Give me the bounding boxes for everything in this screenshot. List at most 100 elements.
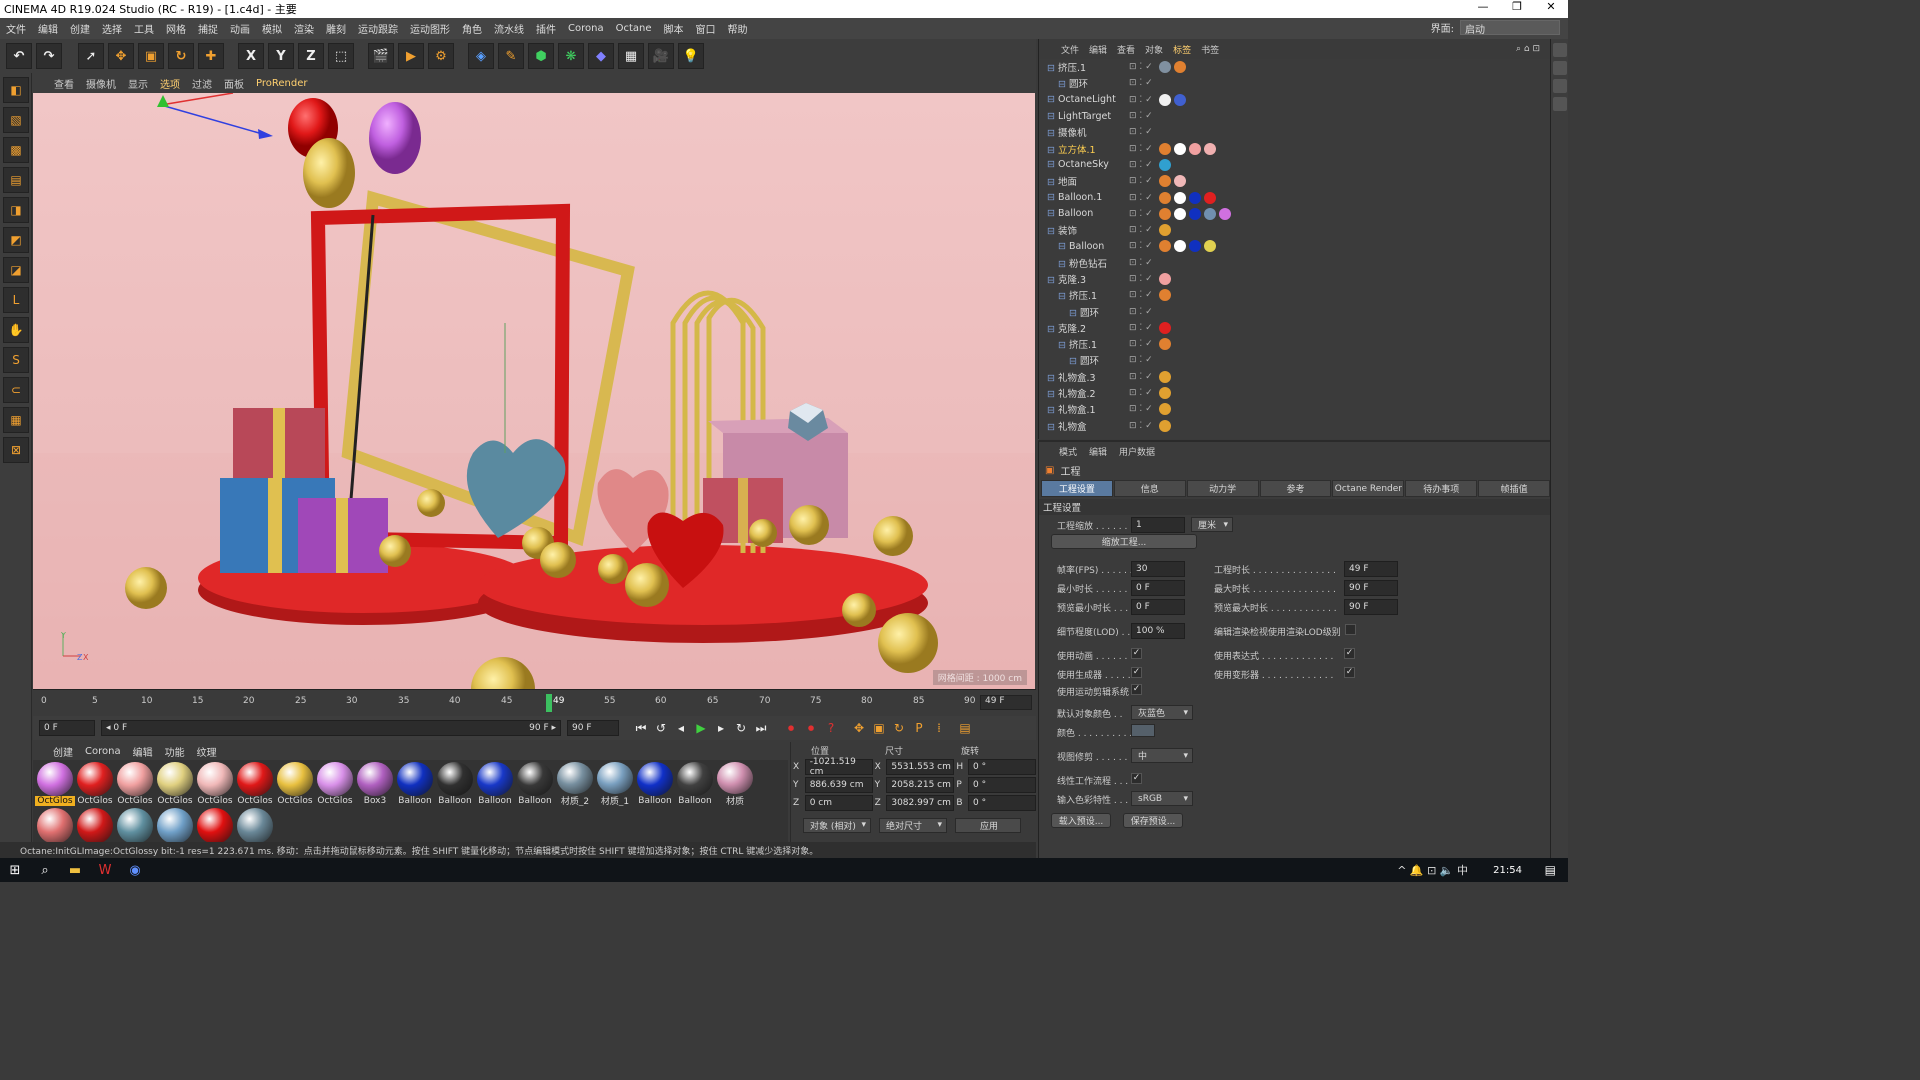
subdivide-icon[interactable]: ⬢ (528, 43, 554, 69)
mat-menu-function[interactable]: 功能 (165, 744, 185, 759)
vp-menu-prorender[interactable]: ProRender (256, 78, 307, 89)
play-icon[interactable]: ▶ (691, 718, 711, 738)
object-row[interactable]: ⊟ 挤压.1 ⊡ ⁚ ✓ (1039, 336, 1550, 352)
material-swatch[interactable]: OctGlos (115, 760, 155, 806)
keyframe-selection-icon[interactable]: ? (821, 718, 841, 738)
use-motion-clip-checkbox[interactable]: ✓ (1131, 684, 1142, 695)
system-tray[interactable]: ^ 🔔 ⊡ 🔈 中 (1397, 862, 1468, 878)
visibility-flags-icon[interactable]: ⊡ ⁚ ✓ (1129, 225, 1153, 235)
use-animation-checkbox[interactable]: ✓ (1131, 648, 1142, 659)
visibility-flags-icon[interactable]: ⊡ ⁚ ✓ (1129, 111, 1153, 121)
material-tag-icon[interactable] (1159, 175, 1171, 188)
menu-corona[interactable]: Corona (568, 23, 604, 34)
tab-project-settings[interactable]: 工程设置 (1041, 480, 1113, 497)
material-swatch[interactable]: Box3 (355, 760, 395, 806)
object-row[interactable]: ⊟ 挤压.1 ⊡ ⁚ ✓ (1039, 59, 1550, 75)
visibility-flags-icon[interactable]: ⊡ ⁚ ✓ (1129, 404, 1153, 414)
material-swatch[interactable]: OctGlos (35, 760, 75, 806)
tab-info[interactable]: 信息 (1113, 480, 1186, 497)
material-tag-icon[interactable] (1159, 387, 1171, 400)
vp-menu-view[interactable]: 查看 (54, 76, 74, 91)
material-tag-icon[interactable] (1159, 224, 1171, 237)
workplane-icon[interactable]: ▤ (3, 167, 29, 193)
scale-field[interactable]: 1 (1131, 517, 1185, 533)
material-tag-icon[interactable] (1159, 158, 1171, 171)
start-frame-field[interactable]: 0 F (39, 720, 95, 736)
menu-simulate[interactable]: 模拟 (262, 21, 282, 36)
light-icon[interactable]: 💡 (678, 43, 704, 69)
menu-render[interactable]: 渲染 (294, 21, 314, 36)
pos-x-field[interactable]: -1021.519 cm (804, 757, 873, 777)
texture-mode-icon[interactable]: ▩ (3, 137, 29, 163)
menu-script[interactable]: 脚本 (664, 21, 684, 36)
material-tag-icon[interactable] (1159, 370, 1171, 383)
floor-icon[interactable]: ▦ (618, 43, 644, 69)
material-tag-icon[interactable] (1159, 93, 1171, 106)
visibility-flags-icon[interactable]: ⊡ ⁚ ✓ (1129, 127, 1153, 137)
material-tag-icon[interactable] (1189, 240, 1201, 253)
material-tag-icon[interactable] (1174, 175, 1186, 188)
visibility-flags-icon[interactable]: ⊡ ⁚ ✓ (1129, 209, 1153, 219)
deformer-icon[interactable]: ◆ (588, 43, 614, 69)
camera-icon[interactable]: 🎥 (648, 43, 674, 69)
material-swatch[interactable]: OctGlos (75, 760, 115, 806)
mat-menu-texture[interactable]: 纹理 (197, 744, 217, 759)
menu-snap[interactable]: 捕捉 (198, 21, 218, 36)
obj-menu-objects[interactable]: 对象 (1145, 43, 1163, 56)
render-picture-icon[interactable]: ▶ (398, 43, 424, 69)
visibility-flags-icon[interactable]: ⊡ ⁚ ✓ (1129, 258, 1153, 268)
visibility-flags-icon[interactable]: ⊡ ⁚ ✓ (1129, 176, 1153, 186)
object-row[interactable]: ⊟ 礼物盒.2 ⊡ ⁚ ✓ (1039, 385, 1550, 401)
project-length-field[interactable]: 49 F (1344, 561, 1398, 577)
size-y-field[interactable]: 2058.215 cm (886, 777, 955, 793)
min-time-field[interactable]: 0 F (1131, 580, 1185, 596)
visibility-flags-icon[interactable]: ⊡ ⁚ ✓ (1129, 339, 1153, 349)
file-explorer-icon[interactable]: ▬ (60, 863, 90, 878)
scale-project-button[interactable]: 缩放工程... (1051, 534, 1197, 549)
redo-icon[interactable]: ↷ (36, 43, 62, 69)
layout-select[interactable]: 启动 (1460, 20, 1560, 36)
vp-menu-camera[interactable]: 摄像机 (86, 76, 116, 91)
mat-menu-create[interactable]: 创建 (53, 744, 73, 759)
material-swatch[interactable]: Balloon (395, 760, 435, 806)
input-color-select[interactable]: sRGB ▾ (1131, 791, 1193, 806)
menu-select[interactable]: 选择 (102, 21, 122, 36)
menu-sculpt[interactable]: 雕刻 (326, 21, 346, 36)
vp-menu-options[interactable]: 选项 (160, 76, 180, 91)
structure-dock-tab[interactable] (1553, 79, 1567, 93)
move-add-icon[interactable]: ✚ (198, 43, 224, 69)
vp-menu-filter[interactable]: 过滤 (192, 76, 212, 91)
material-swatch[interactable]: Balloon (635, 760, 675, 806)
array-icon[interactable]: ❋ (558, 43, 584, 69)
material-tag-icon[interactable] (1159, 142, 1171, 155)
grid-icon[interactable]: ▦ (3, 407, 29, 433)
visibility-flags-icon[interactable]: ⊡ ⁚ ✓ (1129, 421, 1153, 431)
object-row[interactable]: ⊟ 克隆.2 ⊡ ⁚ ✓ (1039, 320, 1550, 336)
key-scale-icon[interactable]: ▣ (869, 718, 889, 738)
material-swatch[interactable]: 材质 (715, 760, 755, 806)
menu-character[interactable]: 角色 (462, 21, 482, 36)
material-tag-icon[interactable] (1159, 61, 1171, 74)
object-row[interactable]: ⊟ 装饰 ⊡ ⁚ ✓ (1039, 222, 1550, 238)
material-swatch[interactable]: Balloon (675, 760, 715, 806)
rotate-icon[interactable]: ↻ (168, 43, 194, 69)
material-tag-icon[interactable] (1219, 207, 1231, 220)
tab-interpolation[interactable]: 帧插值 (1478, 480, 1551, 497)
use-expressions-checkbox[interactable]: ✓ (1344, 648, 1355, 659)
material-swatch[interactable]: OctGlos (275, 760, 315, 806)
material-swatch[interactable]: 材质_1 (595, 760, 635, 806)
apply-button[interactable]: 应用 (955, 817, 1021, 833)
lock-icon[interactable]: ⊠ (3, 437, 29, 463)
material-tag-icon[interactable] (1159, 321, 1171, 334)
material-tag-icon[interactable] (1159, 289, 1171, 302)
menu-motion-tracking[interactable]: 运动跟踪 (358, 21, 398, 36)
menu-mograph[interactable]: 运动图形 (410, 21, 450, 36)
magnet-icon[interactable]: ⊂ (3, 377, 29, 403)
visibility-flags-icon[interactable]: ⊡ ⁚ ✓ (1129, 372, 1153, 382)
timeline-ruler[interactable]: 0 5 10 15 20 25 30 35 40 45 49 55 60 65 … (33, 689, 1036, 715)
timeline-window-icon[interactable]: ▤ (955, 718, 975, 738)
obj-menu-file[interactable]: 文件 (1061, 43, 1079, 56)
minimize-button[interactable]: — (1466, 0, 1500, 13)
menu-plugins[interactable]: 插件 (536, 21, 556, 36)
material-tag-icon[interactable] (1204, 207, 1216, 220)
